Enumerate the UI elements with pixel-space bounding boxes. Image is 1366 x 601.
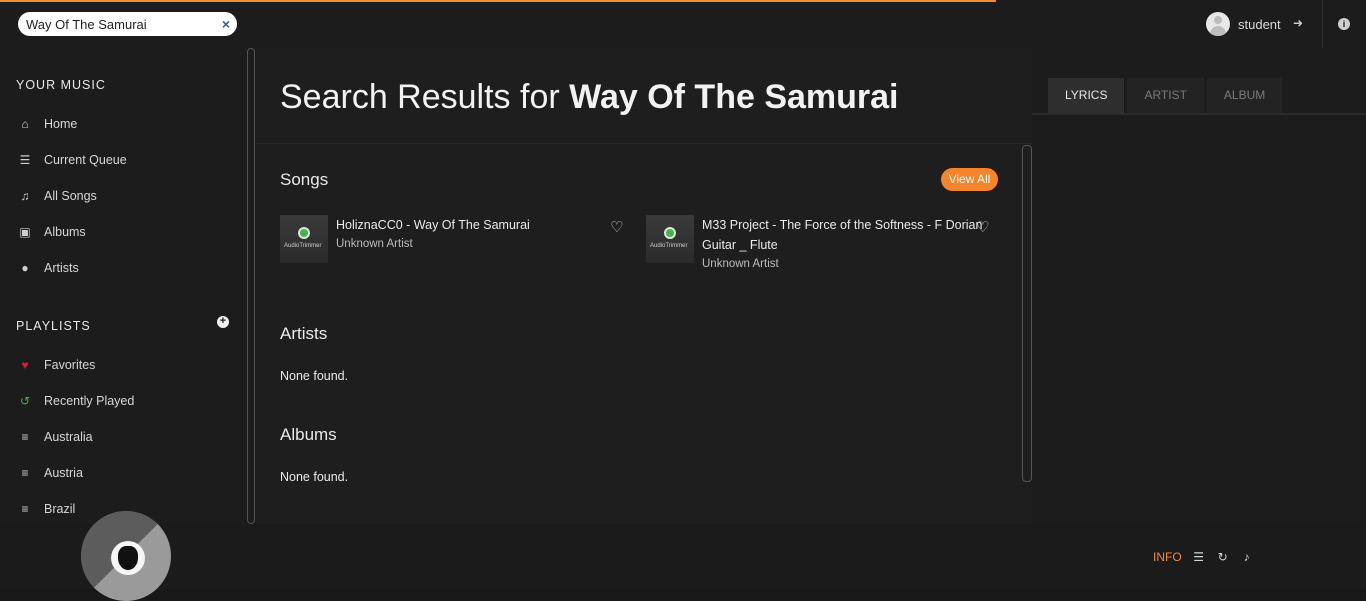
sidebar-item-label: All Songs xyxy=(44,189,97,203)
song-artist: Unknown Artist xyxy=(702,258,779,270)
username-label: student xyxy=(1238,16,1281,32)
info-icon[interactable]: i xyxy=(1338,18,1350,30)
sidebar-item-recently-played[interactable]: ↺ Recently Played xyxy=(18,391,134,411)
song-item[interactable]: AudioTrimmer HoliznaCC0 - Way Of The Sam… xyxy=(280,215,620,263)
loading-progress-bar xyxy=(0,0,996,2)
sidebar-item-label: Home xyxy=(44,117,78,131)
list-icon: ☰ xyxy=(19,153,31,167)
now-playing-disc[interactable] xyxy=(81,511,171,601)
details-tabs: LYRICS ARTIST ALBUM xyxy=(1048,78,1283,113)
details-panel: LYRICS ARTIST ALBUM xyxy=(1032,48,1366,524)
add-playlist-icon[interactable]: + xyxy=(217,316,229,328)
albums-heading: Albums xyxy=(280,425,337,444)
document-icon: ≡ xyxy=(21,502,29,516)
scrollbar-thumb[interactable] xyxy=(247,48,255,524)
search-box[interactable]: × xyxy=(18,12,237,36)
tab-album[interactable]: ALBUM xyxy=(1206,78,1283,113)
document-icon: ≡ xyxy=(21,466,29,480)
microphone-icon: ● xyxy=(21,261,29,275)
logout-icon[interactable]: ➜ xyxy=(1293,16,1307,30)
search-input[interactable] xyxy=(26,16,206,32)
sidebar-item-label: Austria xyxy=(44,466,83,480)
album-art: AudioTrimmer xyxy=(646,215,694,263)
album-art-label: AudioTrimmer xyxy=(650,243,688,249)
artists-heading: Artists xyxy=(280,324,328,343)
sidebar-item-label: Current Queue xyxy=(44,153,127,167)
info-toggle[interactable]: INFO xyxy=(1153,550,1182,564)
sidebar-item-label: Albums xyxy=(44,225,86,239)
document-icon: ≡ xyxy=(21,430,29,444)
clear-search-icon[interactable]: × xyxy=(222,16,230,32)
top-bar: × student ➜ i xyxy=(0,0,1366,48)
playlists-title: PLAYLISTS xyxy=(16,319,91,333)
sidebar-scrollbar[interactable] xyxy=(246,48,256,524)
main-scrollbar[interactable] xyxy=(1022,145,1032,482)
album-cover-thumbnail xyxy=(111,541,145,575)
song-artist: Unknown Artist xyxy=(336,238,413,250)
sidebar-item-austria[interactable]: ≡ Austria xyxy=(18,463,83,483)
sidebar-item-label: Favorites xyxy=(44,358,96,372)
divider xyxy=(256,143,1032,144)
user-menu[interactable]: student xyxy=(1206,12,1281,36)
view-all-button[interactable]: View All xyxy=(941,168,998,191)
albums-empty-text: None found. xyxy=(280,470,349,484)
heart-icon: ♥ xyxy=(21,358,29,372)
your-music-title: YOUR MUSIC xyxy=(16,78,106,92)
history-icon: ↺ xyxy=(19,394,31,408)
sidebar-item-label: Australia xyxy=(44,430,93,444)
artists-empty-text: None found. xyxy=(280,369,349,383)
sidebar: YOUR MUSIC ⌂ Home ☰ Current Queue ♫ All … xyxy=(0,48,246,524)
sidebar-item-home[interactable]: ⌂ Home xyxy=(18,114,77,134)
audiotrimmer-logo-icon xyxy=(298,227,310,239)
song-title-line-2: Guitar _ Flute xyxy=(702,238,778,252)
divider xyxy=(1322,0,1323,48)
page-title-prefix: Search Results for xyxy=(280,78,570,116)
audiotrimmer-logo-icon xyxy=(664,227,676,239)
repeat-icon[interactable]: ↻ xyxy=(1216,550,1230,564)
sidebar-item-label: Recently Played xyxy=(44,394,135,408)
song-item[interactable]: AudioTrimmer M33 Project - The Force of … xyxy=(646,215,986,273)
home-icon: ⌂ xyxy=(21,117,29,131)
sidebar-item-all-songs[interactable]: ♫ All Songs xyxy=(18,186,97,206)
album-art: AudioTrimmer xyxy=(280,215,328,263)
tab-artist[interactable]: ARTIST xyxy=(1127,78,1204,113)
album-art-label: AudioTrimmer xyxy=(284,243,322,249)
player-controls: INFO ☰ ↻ ♪ xyxy=(1153,550,1254,564)
sidebar-item-label: Brazil xyxy=(44,502,76,516)
song-title-line-1: M33 Project - The Force of the Softness … xyxy=(702,218,983,232)
sidebar-item-australia[interactable]: ≡ Australia xyxy=(18,427,93,447)
favorite-heart-icon[interactable]: ♡ xyxy=(976,218,989,236)
sidebar-item-current-queue[interactable]: ☰ Current Queue xyxy=(18,150,127,170)
page-title: Search Results for Way Of The Samurai xyxy=(280,78,899,117)
songs-heading: Songs xyxy=(280,170,329,189)
search-results-panel: Search Results for Way Of The Samurai So… xyxy=(256,48,1032,524)
song-title: HoliznaCC0 - Way Of The Samurai xyxy=(336,218,530,232)
sidebar-item-label: Artists xyxy=(44,261,79,275)
avatar[interactable] xyxy=(1206,12,1230,36)
sidebar-item-albums[interactable]: ▣ Albums xyxy=(18,222,86,242)
equalizer-icon[interactable]: ☰ xyxy=(1192,550,1206,564)
favorite-heart-icon[interactable]: ♡ xyxy=(610,218,623,236)
tab-lyrics[interactable]: LYRICS xyxy=(1048,78,1125,113)
divider xyxy=(1032,113,1366,115)
sidebar-item-artists[interactable]: ● Artists xyxy=(18,258,79,278)
sidebar-item-favorites[interactable]: ♥ Favorites xyxy=(18,355,95,375)
volume-icon[interactable]: ♪ xyxy=(1240,550,1254,564)
sidebar-item-brazil[interactable]: ≡ Brazil xyxy=(18,499,75,519)
music-note-icon: ♫ xyxy=(20,189,30,203)
album-icon: ▣ xyxy=(19,225,31,239)
page-title-query: Way Of The Samurai xyxy=(569,78,899,116)
